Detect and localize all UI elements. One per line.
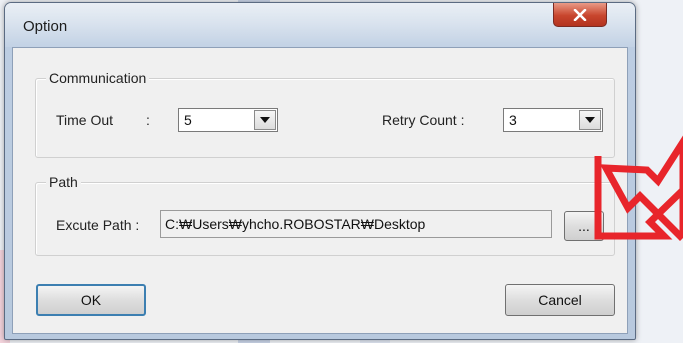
browse-button[interactable]: ... (564, 211, 604, 241)
chevron-down-icon (260, 117, 270, 123)
dialog-client-area: Communication Time Out : 5 Retry Count :… (12, 47, 628, 334)
chevron-down-icon (585, 117, 595, 123)
cancel-button[interactable]: Cancel (505, 284, 615, 316)
retry-count-label: Retry Count : (382, 112, 465, 128)
cancel-button-label: Cancel (538, 292, 582, 308)
close-icon (573, 8, 587, 21)
window-title: Option (23, 18, 68, 35)
timeout-colon: : (146, 112, 150, 128)
ok-button[interactable]: OK (36, 284, 146, 316)
communication-group-label: Communication (46, 70, 150, 86)
retry-count-select[interactable]: 3 (503, 108, 603, 132)
title-bar[interactable]: Option (5, 3, 635, 47)
timeout-value: 5 (184, 112, 192, 128)
browse-button-label: ... (578, 218, 590, 234)
execute-path-value: C:₩Users₩yhcho.ROBOSTAR₩Desktop (165, 216, 426, 232)
retry-count-value: 3 (509, 112, 517, 128)
communication-group: Communication Time Out : 5 Retry Count :… (35, 70, 615, 158)
execute-path-label: Excute Path : (56, 217, 140, 233)
path-group: Path Excute Path : C:₩Users₩yhcho.ROBOST… (35, 174, 615, 256)
close-button[interactable] (553, 3, 607, 27)
timeout-dropdown-button[interactable] (254, 110, 276, 130)
path-group-label: Path (46, 174, 81, 190)
execute-path-field[interactable]: C:₩Users₩yhcho.ROBOSTAR₩Desktop (160, 210, 552, 238)
option-dialog: Option Communication Time Out : 5 Retry … (4, 2, 636, 340)
timeout-label: Time Out (56, 112, 114, 128)
timeout-select[interactable]: 5 (178, 108, 278, 132)
ok-button-label: OK (80, 292, 102, 308)
retry-count-dropdown-button[interactable] (579, 110, 601, 130)
